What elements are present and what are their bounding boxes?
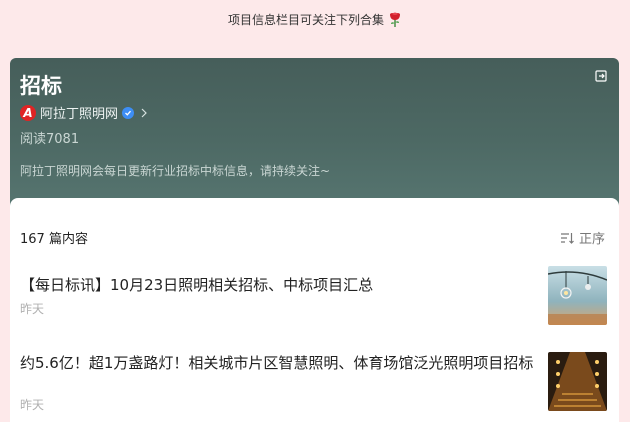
list-item[interactable]: 约5.6亿！超1万盏路灯！相关城市片区智慧照明、体育场馆泛光照明项目招标 昨天	[20, 352, 607, 412]
list-header: 167 篇内容 正序	[20, 228, 605, 247]
account-link[interactable]: A 阿拉丁照明网	[20, 103, 148, 122]
article-list: 167 篇内容 正序 【每日标讯】10月23日照明相关招标、中标项目汇总 昨天	[10, 198, 619, 422]
collection-header: 招标 A 阿拉丁照明网 阅读7081 阿拉丁照明网会每日更新行业招标中标信息，请…	[10, 58, 619, 208]
article-thumbnail	[548, 352, 607, 411]
rose-icon	[390, 12, 400, 27]
top-note-text: 项目信息栏目可关注下列合集	[227, 12, 384, 27]
sort-label: 正序	[578, 232, 605, 247]
top-note: 项目信息栏目可关注下列合集	[0, 10, 630, 28]
article-time: 昨天	[20, 398, 45, 412]
verified-icon	[122, 106, 135, 119]
page: 项目信息栏目可关注下列合集 招标 A 阿拉丁照明网 阅读7081 阿拉丁照明网会…	[0, 0, 630, 422]
list-item[interactable]: 【每日标讯】10月23日照明相关招标、中标项目汇总 昨天	[20, 266, 607, 326]
exit-icon[interactable]	[595, 70, 607, 82]
article-time: 昨天	[20, 302, 45, 316]
article-title[interactable]: 【每日标讯】10月23日照明相关招标、中标项目汇总	[20, 274, 535, 296]
collection-description: 阿拉丁照明网会每日更新行业招标中标信息，请持续关注~	[20, 164, 331, 178]
article-thumbnail	[548, 266, 607, 325]
sort-button[interactable]: 正序	[560, 228, 605, 247]
account-logo: A	[20, 104, 36, 121]
sort-icon	[560, 232, 574, 244]
account-name: 阿拉丁照明网	[40, 107, 119, 122]
read-count: 阅读7081	[20, 132, 80, 147]
chevron-right-icon	[141, 108, 147, 117]
article-count: 167 篇内容	[20, 232, 88, 247]
collection-title: 招标	[20, 74, 62, 98]
article-title[interactable]: 约5.6亿！超1万盏路灯！相关城市片区智慧照明、体育场馆泛光照明项目招标	[20, 352, 535, 374]
